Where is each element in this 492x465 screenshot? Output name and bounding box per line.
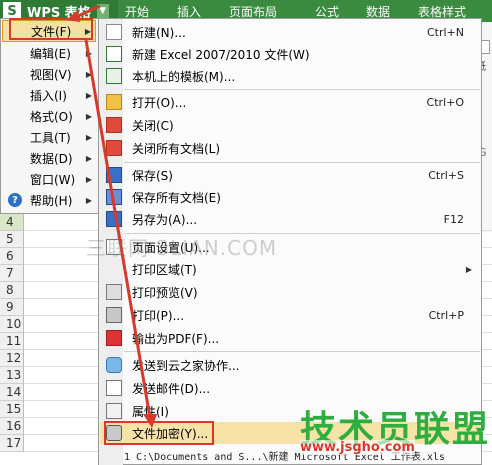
chevron-right-icon: ▶ — [85, 111, 92, 121]
menu-item-label: 打印(P)... — [132, 308, 185, 323]
menu-item-send-cloud[interactable]: 发送到云之家协作... — [100, 354, 480, 376]
menu-item-label: 保存(S) — [132, 168, 173, 183]
shortcut-label: Ctrl+N — [426, 25, 464, 39]
menu-item-print-area[interactable]: 打印区域(T) ▶ — [100, 258, 480, 280]
menu-item-help[interactable]: ? 帮助(H) ▶ — [2, 189, 96, 211]
menu-item-local-templates[interactable]: 本机上的模板(M)... — [100, 65, 480, 87]
menu-item-label: 关闭所有文档(L) — [132, 141, 221, 156]
row-header[interactable]: 17 — [0, 435, 24, 452]
close-doc-icon — [106, 117, 122, 133]
menu-item-insert[interactable]: 插入(I) ▶ — [2, 84, 96, 106]
menu-item-label: 帮助(H) — [30, 193, 73, 208]
menu-item-export-pdf[interactable]: 输出为PDF(F)... — [100, 327, 480, 349]
row-header[interactable]: 10 — [0, 316, 24, 333]
mail-icon — [106, 380, 122, 396]
menu-item-label: 格式(O) — [30, 109, 73, 124]
menu-item-label: 编辑(E) — [30, 46, 71, 61]
menu-item-new-excel[interactable]: 新建 Excel 2007/2010 文件(W) — [100, 43, 480, 65]
shortcut-label: Ctrl+P — [428, 308, 464, 322]
menu-item-send-mail[interactable]: 发送邮件(D)... — [100, 377, 480, 399]
help-icon: ? — [8, 193, 22, 207]
chevron-right-icon: ▶ — [465, 264, 472, 274]
printer-icon — [106, 307, 122, 323]
chevron-right-icon: ▶ — [85, 48, 92, 58]
save-icon — [106, 167, 122, 183]
shortcut-label: F12 — [443, 212, 464, 226]
menu-item-label: 工具(T) — [30, 130, 71, 145]
menu-item-label: 关闭(C) — [132, 118, 174, 133]
chevron-right-icon: ▶ — [85, 174, 92, 184]
menu-item-data[interactable]: 数据(D) ▶ — [2, 147, 96, 169]
row-header[interactable]: 11 — [0, 333, 24, 350]
menu-separator — [124, 162, 480, 163]
row-header[interactable]: 12 — [0, 350, 24, 367]
open-folder-icon — [106, 94, 122, 110]
menu-item-label: 发送邮件(D)... — [132, 381, 211, 396]
row-header[interactable]: 6 — [0, 248, 24, 265]
menu-item-label: 保存所有文档(E) — [132, 190, 221, 205]
menu-item-save[interactable]: 保存(S) Ctrl+S — [100, 164, 480, 186]
row-header[interactable]: 14 — [0, 384, 24, 401]
menu-item-print-preview[interactable]: 打印预览(V) — [100, 281, 480, 303]
properties-icon — [106, 403, 122, 419]
row-header[interactable]: 16 — [0, 418, 24, 435]
row-header[interactable]: 13 — [0, 367, 24, 384]
shortcut-label: Ctrl+S — [428, 168, 464, 182]
menu-item-label: 另存为(A)... — [132, 212, 198, 227]
menu-separator — [124, 89, 480, 90]
row-header[interactable]: 7 — [0, 265, 24, 282]
menu-item-label: 输出为PDF(F)... — [132, 331, 220, 346]
menu-item-label: 打印区域(T) — [132, 262, 197, 277]
watermark-url: www.jsgho.com — [300, 440, 415, 455]
row-header[interactable]: 8 — [0, 282, 24, 299]
menu-item-window[interactable]: 窗口(W) ▶ — [2, 168, 96, 190]
menu-item-label: 打开(O)... — [132, 95, 187, 110]
row-header[interactable]: 15 — [0, 401, 24, 418]
save-as-icon — [106, 211, 122, 227]
menu-item-close-all[interactable]: 关闭所有文档(L) — [100, 137, 480, 159]
cloud-icon — [106, 357, 122, 373]
new-excel-icon — [106, 46, 122, 62]
menu-item-close[interactable]: 关闭(C) — [100, 114, 480, 136]
template-icon — [106, 68, 122, 84]
chevron-right-icon: ▶ — [85, 195, 92, 205]
chevron-right-icon: ▶ — [85, 69, 92, 79]
menu-item-save-all[interactable]: 保存所有文档(E) — [100, 186, 480, 208]
chevron-right-icon: ▶ — [85, 153, 92, 163]
menu-separator — [124, 351, 480, 352]
menu-item-format[interactable]: 格式(O) ▶ — [2, 105, 96, 127]
menu-item-edit[interactable]: 编辑(E) ▶ — [2, 42, 96, 64]
menu-item-label: 数据(D) — [30, 151, 73, 166]
menu-item-view[interactable]: 视图(V) ▶ — [2, 63, 96, 85]
pdf-icon — [106, 330, 122, 346]
highlight-box-file — [9, 18, 93, 40]
menu-item-label: 属性(I) — [132, 404, 169, 419]
menu-item-label: 发送到云之家协作... — [132, 358, 240, 373]
new-doc-icon — [106, 24, 122, 40]
close-all-icon — [106, 140, 122, 156]
menu-item-print[interactable]: 打印(P)... Ctrl+P — [100, 304, 480, 326]
chevron-right-icon: ▶ — [85, 132, 92, 142]
menu-item-label: 新建 Excel 2007/2010 文件(W) — [132, 47, 310, 62]
menu-item-label: 视图(V) — [30, 67, 72, 82]
menu-item-label: 插入(I) — [30, 88, 67, 103]
save-all-icon — [106, 189, 122, 205]
row-header[interactable]: 9 — [0, 299, 24, 316]
watermark-3lian: 三联网 3LIAN.COM — [86, 236, 278, 260]
chevron-right-icon: ▶ — [85, 90, 92, 100]
menu-item-label: 新建(N)... — [132, 25, 186, 40]
shortcut-label: Ctrl+O — [426, 95, 464, 109]
menu-item-label: 打印预览(V) — [132, 285, 198, 300]
menu-item-tools[interactable]: 工具(T) ▶ — [2, 126, 96, 148]
menu-item-label: 本机上的模板(M)... — [132, 69, 236, 84]
row-header[interactable]: 4 — [0, 214, 24, 231]
menu-item-new[interactable]: 新建(N)... Ctrl+N — [100, 21, 480, 43]
row-header[interactable]: 5 — [0, 231, 24, 248]
highlight-box-encrypt — [104, 421, 214, 445]
print-preview-icon — [106, 284, 122, 300]
menu-item-open[interactable]: 打开(O)... Ctrl+O — [100, 91, 480, 113]
menu-item-save-as[interactable]: 另存为(A)... F12 — [100, 208, 480, 230]
menu-item-label: 窗口(W) — [30, 172, 76, 187]
dropdown-arrow-icon[interactable]: ▼ — [96, 4, 109, 18]
